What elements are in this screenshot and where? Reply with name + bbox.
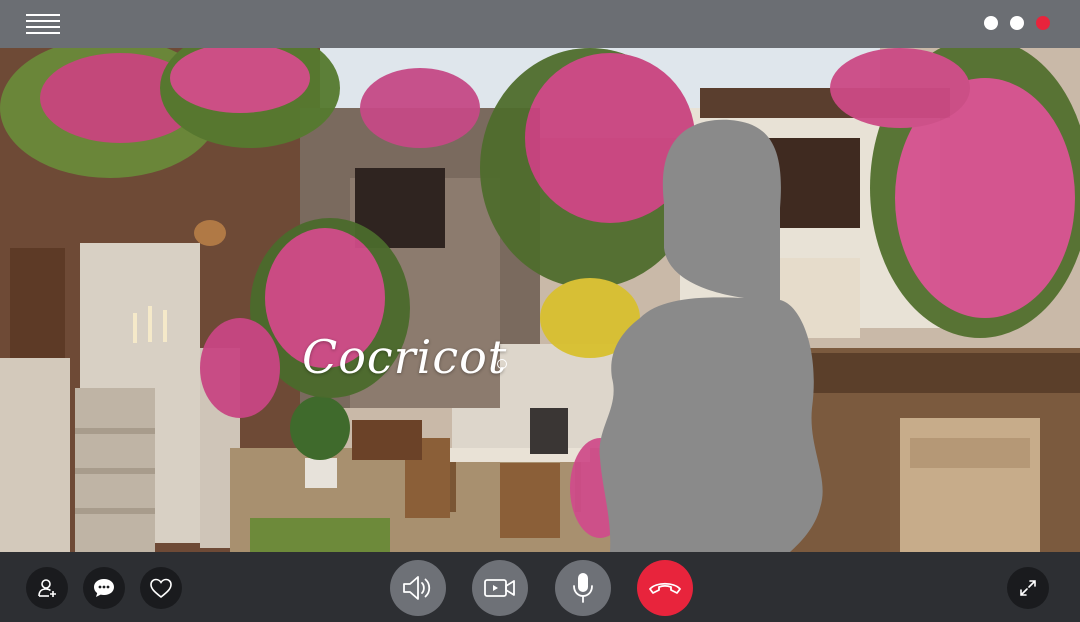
- favorite-button[interactable]: [140, 567, 182, 609]
- end-call-button[interactable]: [637, 560, 693, 616]
- heart-icon: [150, 578, 172, 599]
- window-control-dot-2[interactable]: [1010, 16, 1024, 30]
- video-camera-icon: [484, 579, 515, 597]
- video-button[interactable]: [472, 560, 528, 616]
- add-user-icon: [38, 579, 56, 597]
- call-controls-bar: [0, 552, 1080, 622]
- hamburger-menu-icon[interactable]: [26, 14, 60, 34]
- speaker-icon: [403, 576, 431, 600]
- expand-icon: [1020, 580, 1036, 596]
- video-feed: Cocricot: [0, 48, 1080, 552]
- logo-ring-mark: [497, 359, 507, 369]
- garden-background: [0, 48, 1080, 552]
- cocricot-logo-text: Cocricot: [302, 330, 508, 384]
- microphone-icon: [573, 573, 593, 603]
- add-user-button[interactable]: [26, 567, 68, 609]
- video-call-window: Cocricot: [0, 0, 1080, 622]
- window-control-dot-close[interactable]: [1036, 16, 1050, 30]
- top-bar: [0, 0, 1080, 48]
- speaker-button[interactable]: [390, 560, 446, 616]
- fullscreen-button[interactable]: [1007, 567, 1049, 609]
- chat-bubble-icon: [94, 579, 114, 597]
- chat-button[interactable]: [83, 567, 125, 609]
- hang-up-phone-icon: [649, 582, 681, 594]
- microphone-button[interactable]: [555, 560, 611, 616]
- window-control-dot-1[interactable]: [984, 16, 998, 30]
